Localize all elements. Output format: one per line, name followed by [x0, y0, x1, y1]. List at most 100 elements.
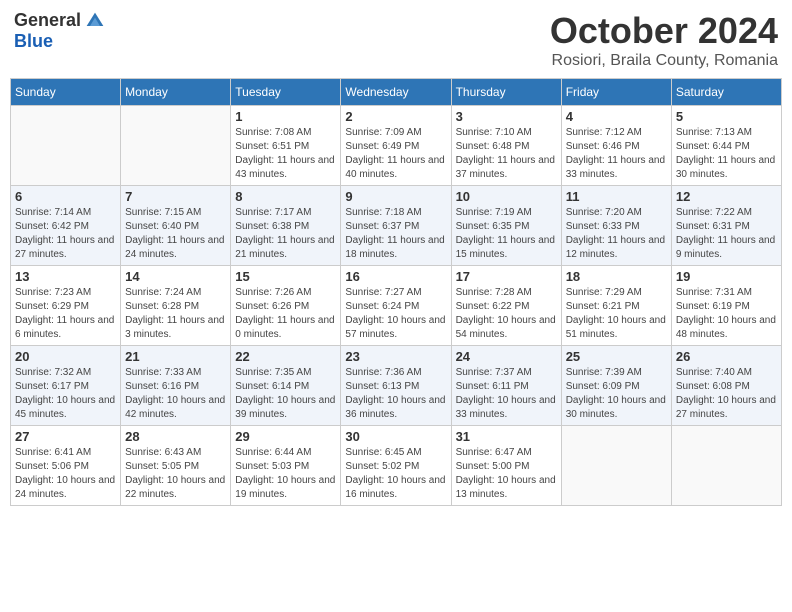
day-info: Sunrise: 7:08 AM Sunset: 6:51 PM Dayligh… [235, 126, 336, 182]
day-info: Sunrise: 6:44 AM Sunset: 5:03 PM Dayligh… [235, 446, 336, 502]
day-header-wednesday: Wednesday [341, 79, 451, 106]
logo-general: General [14, 10, 81, 31]
calendar-cell: 6 Sunrise: 7:14 AM Sunset: 6:42 PM Daylig… [11, 186, 121, 266]
day-header-friday: Friday [561, 79, 671, 106]
day-info: Sunrise: 7:22 AM Sunset: 6:31 PM Dayligh… [676, 206, 777, 262]
day-number: 31 [456, 429, 557, 444]
calendar-cell: 28 Sunrise: 6:43 AM Sunset: 5:05 PM Dayli… [121, 426, 231, 506]
day-info: Sunrise: 7:23 AM Sunset: 6:29 PM Dayligh… [15, 286, 116, 342]
day-header-sunday: Sunday [11, 79, 121, 106]
calendar-cell: 21 Sunrise: 7:33 AM Sunset: 6:16 PM Dayli… [121, 346, 231, 426]
day-header-saturday: Saturday [671, 79, 781, 106]
day-info: Sunrise: 7:33 AM Sunset: 6:16 PM Dayligh… [125, 366, 226, 422]
calendar-cell: 25Sunrise: 7:39 AM Sunset: 6:09 PM Dayli… [561, 346, 671, 426]
title-block: October 2024 Rosiori, Braila County, Rom… [550, 10, 778, 70]
day-info: Sunrise: 7:13 AM Sunset: 6:44 PM Dayligh… [676, 126, 777, 182]
calendar-cell: 17Sunrise: 7:28 AM Sunset: 6:22 PM Dayli… [451, 266, 561, 346]
day-number: 22 [235, 349, 336, 364]
day-number: 26 [676, 349, 777, 364]
calendar-week-row: 27 Sunrise: 6:41 AM Sunset: 5:06 PM Dayli… [11, 426, 782, 506]
day-info: Sunrise: 7:15 AM Sunset: 6:40 PM Dayligh… [125, 206, 226, 262]
calendar-cell: 7 Sunrise: 7:15 AM Sunset: 6:40 PM Daylig… [121, 186, 231, 266]
day-info: Sunrise: 7:12 AM Sunset: 6:46 PM Dayligh… [566, 126, 667, 182]
day-info: Sunrise: 7:40 AM Sunset: 6:08 PM Dayligh… [676, 366, 777, 422]
calendar-cell: 15 Sunrise: 7:26 AM Sunset: 6:26 PM Dayli… [231, 266, 341, 346]
day-number: 14 [125, 269, 226, 284]
calendar-cell: 27 Sunrise: 6:41 AM Sunset: 5:06 PM Dayli… [11, 426, 121, 506]
day-number: 19 [676, 269, 777, 284]
day-number: 12 [676, 189, 777, 204]
day-info: Sunrise: 7:35 AM Sunset: 6:14 PM Dayligh… [235, 366, 336, 422]
day-number: 30 [345, 429, 446, 444]
day-number: 5 [676, 109, 777, 124]
day-info: Sunrise: 7:37 AM Sunset: 6:11 PM Dayligh… [456, 366, 557, 422]
day-info: Sunrise: 7:09 AM Sunset: 6:49 PM Dayligh… [345, 126, 446, 182]
calendar-cell: 14 Sunrise: 7:24 AM Sunset: 6:28 PM Dayli… [121, 266, 231, 346]
day-header-tuesday: Tuesday [231, 79, 341, 106]
calendar-cell: 9Sunrise: 7:18 AM Sunset: 6:37 PM Daylig… [341, 186, 451, 266]
day-number: 8 [235, 189, 336, 204]
day-info: Sunrise: 7:19 AM Sunset: 6:35 PM Dayligh… [456, 206, 557, 262]
calendar-cell: 12 Sunrise: 7:22 AM Sunset: 6:31 PM Dayli… [671, 186, 781, 266]
logo-blue: Blue [14, 31, 53, 52]
day-number: 15 [235, 269, 336, 284]
calendar-week-row: 6 Sunrise: 7:14 AM Sunset: 6:42 PM Daylig… [11, 186, 782, 266]
day-number: 27 [15, 429, 116, 444]
day-number: 11 [566, 189, 667, 204]
day-number: 6 [15, 189, 116, 204]
calendar-cell: 30Sunrise: 6:45 AM Sunset: 5:02 PM Dayli… [341, 426, 451, 506]
day-number: 21 [125, 349, 226, 364]
calendar-cell: 18 Sunrise: 7:29 AM Sunset: 6:21 PM Dayli… [561, 266, 671, 346]
calendar-cell: 24Sunrise: 7:37 AM Sunset: 6:11 PM Dayli… [451, 346, 561, 426]
day-info: Sunrise: 6:41 AM Sunset: 5:06 PM Dayligh… [15, 446, 116, 502]
day-number: 9 [345, 189, 446, 204]
day-info: Sunrise: 7:26 AM Sunset: 6:26 PM Dayligh… [235, 286, 336, 342]
calendar-cell: 29 Sunrise: 6:44 AM Sunset: 5:03 PM Dayli… [231, 426, 341, 506]
calendar-cell: 26 Sunrise: 7:40 AM Sunset: 6:08 PM Dayli… [671, 346, 781, 426]
day-number: 13 [15, 269, 116, 284]
day-info: Sunrise: 7:36 AM Sunset: 6:13 PM Dayligh… [345, 366, 446, 422]
day-number: 16 [345, 269, 446, 284]
calendar-cell: 3 Sunrise: 7:10 AM Sunset: 6:48 PM Daylig… [451, 106, 561, 186]
day-info: Sunrise: 7:32 AM Sunset: 6:17 PM Dayligh… [15, 366, 116, 422]
calendar-cell: 13 Sunrise: 7:23 AM Sunset: 6:29 PM Dayli… [11, 266, 121, 346]
calendar-table: SundayMondayTuesdayWednesdayThursdayFrid… [10, 78, 782, 506]
day-number: 7 [125, 189, 226, 204]
calendar-cell: 10 Sunrise: 7:19 AM Sunset: 6:35 PM Dayli… [451, 186, 561, 266]
calendar-cell: 20 Sunrise: 7:32 AM Sunset: 6:17 PM Dayli… [11, 346, 121, 426]
logo-icon [85, 11, 105, 31]
day-header-thursday: Thursday [451, 79, 561, 106]
day-number: 3 [456, 109, 557, 124]
day-number: 1 [235, 109, 336, 124]
day-info: Sunrise: 7:24 AM Sunset: 6:28 PM Dayligh… [125, 286, 226, 342]
calendar-cell: 1 Sunrise: 7:08 AM Sunset: 6:51 PM Daylig… [231, 106, 341, 186]
day-number: 25 [566, 349, 667, 364]
calendar-week-row: 1 Sunrise: 7:08 AM Sunset: 6:51 PM Daylig… [11, 106, 782, 186]
day-info: Sunrise: 6:43 AM Sunset: 5:05 PM Dayligh… [125, 446, 226, 502]
month-title: October 2024 [550, 10, 778, 52]
calendar-cell: 16Sunrise: 7:27 AM Sunset: 6:24 PM Dayli… [341, 266, 451, 346]
day-info: Sunrise: 7:17 AM Sunset: 6:38 PM Dayligh… [235, 206, 336, 262]
calendar-cell: 8 Sunrise: 7:17 AM Sunset: 6:38 PM Daylig… [231, 186, 341, 266]
day-info: Sunrise: 7:14 AM Sunset: 6:42 PM Dayligh… [15, 206, 116, 262]
calendar-cell: 19 Sunrise: 7:31 AM Sunset: 6:19 PM Dayli… [671, 266, 781, 346]
calendar-cell: 23Sunrise: 7:36 AM Sunset: 6:13 PM Dayli… [341, 346, 451, 426]
day-number: 20 [15, 349, 116, 364]
day-number: 17 [456, 269, 557, 284]
calendar-cell: 22 Sunrise: 7:35 AM Sunset: 6:14 PM Dayli… [231, 346, 341, 426]
day-info: Sunrise: 7:31 AM Sunset: 6:19 PM Dayligh… [676, 286, 777, 342]
calendar-cell [11, 106, 121, 186]
day-number: 2 [345, 109, 446, 124]
day-info: Sunrise: 7:29 AM Sunset: 6:21 PM Dayligh… [566, 286, 667, 342]
calendar-week-row: 20 Sunrise: 7:32 AM Sunset: 6:17 PM Dayli… [11, 346, 782, 426]
page-header: General Blue October 2024 Rosiori, Brail… [10, 10, 782, 70]
calendar-header-row: SundayMondayTuesdayWednesdayThursdayFrid… [11, 79, 782, 106]
day-number: 10 [456, 189, 557, 204]
calendar-cell: 4Sunrise: 7:12 AM Sunset: 6:46 PM Daylig… [561, 106, 671, 186]
day-number: 18 [566, 269, 667, 284]
location-title: Rosiori, Braila County, Romania [550, 52, 778, 70]
day-number: 29 [235, 429, 336, 444]
day-info: Sunrise: 7:10 AM Sunset: 6:48 PM Dayligh… [456, 126, 557, 182]
calendar-cell [561, 426, 671, 506]
day-number: 28 [125, 429, 226, 444]
